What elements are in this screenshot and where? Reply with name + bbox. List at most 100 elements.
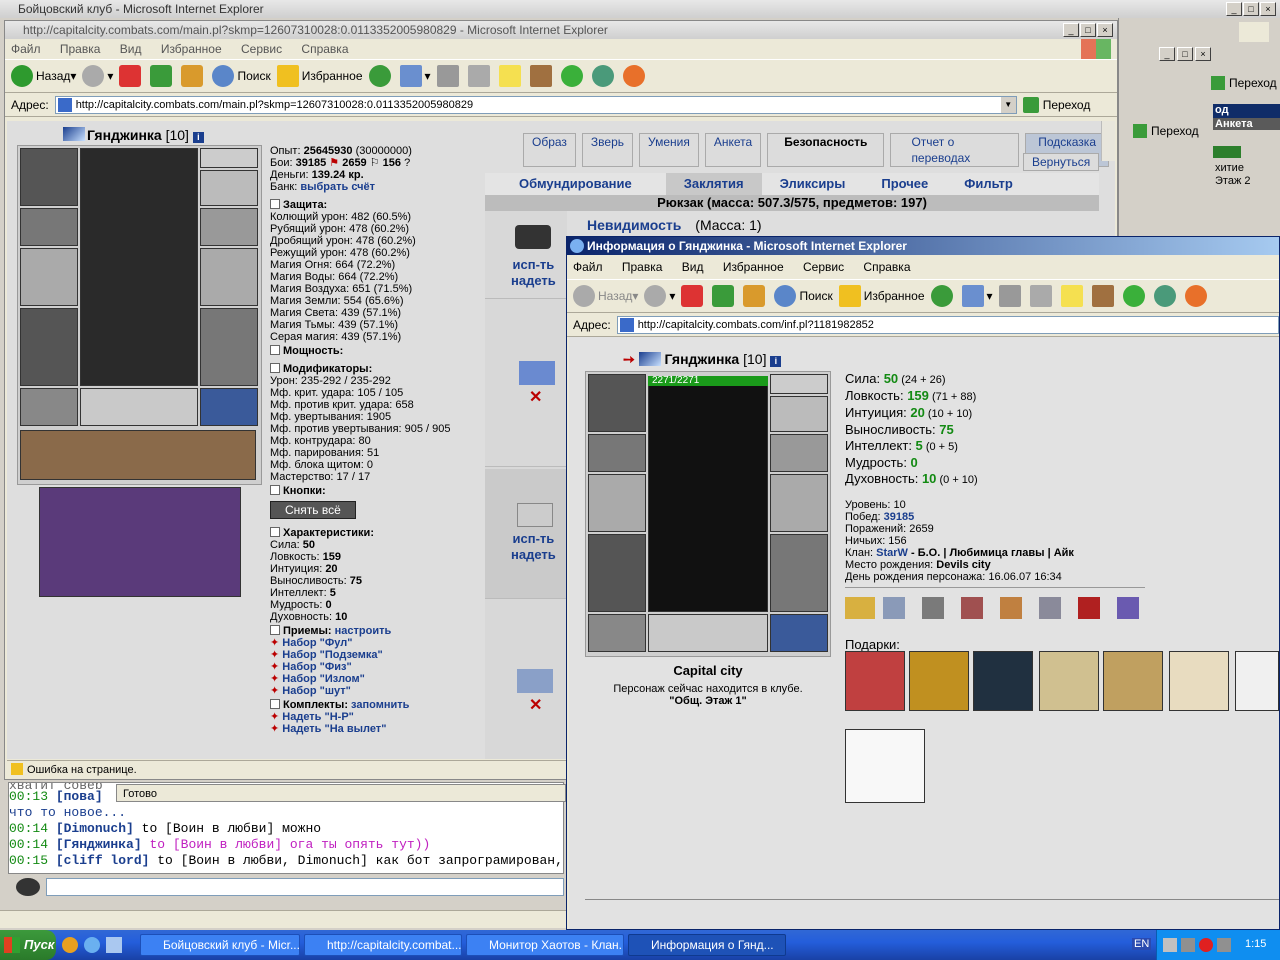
info-amulet-slot[interactable] (770, 374, 828, 394)
tab-spells[interactable]: Заклятия (665, 173, 762, 195)
info-search-button[interactable]: Поиск (774, 285, 833, 307)
address-dropdown-icon[interactable]: ▼ (1000, 96, 1016, 113)
bg-go-button-2[interactable]: Переход (1133, 124, 1199, 138)
start-button[interactable]: Пуск (0, 930, 56, 960)
delete-icon[interactable]: ✦ (270, 649, 282, 661)
history-button[interactable] (368, 65, 394, 87)
badge-icon[interactable] (922, 597, 944, 619)
return-button[interactable]: Вернуться (1023, 153, 1100, 171)
modifiers-section-header[interactable]: Модификаторы: (270, 363, 485, 375)
delete-icon[interactable]: ✦ (270, 723, 282, 735)
info-belt-slot[interactable] (588, 614, 646, 652)
info-menu-favorites[interactable]: Избранное (723, 260, 784, 274)
close-button[interactable]: × (1260, 2, 1276, 16)
menu-favorites[interactable]: Избранное (161, 42, 222, 56)
info-menu-file[interactable]: Файл (573, 260, 603, 274)
weapon-right-slot[interactable] (200, 248, 258, 306)
chat-input[interactable] (46, 878, 564, 896)
badge-icon[interactable] (883, 597, 905, 619)
badge-icon[interactable] (1117, 597, 1139, 619)
info-ring-slots[interactable] (770, 396, 828, 432)
info-bracers-slot[interactable] (588, 434, 646, 472)
mail-button[interactable]: ▾ (399, 65, 431, 87)
minimize-button[interactable]: _ (1226, 2, 1242, 16)
info-menu-tools[interactable]: Сервис (803, 260, 844, 274)
trick-set-item[interactable]: ✦ Набор "шут" (270, 685, 485, 697)
trick-set-item[interactable]: ✦ Набор "Подземка" (270, 649, 485, 661)
info-at-button[interactable] (1184, 285, 1210, 307)
delete-icon[interactable]: ✦ (270, 661, 282, 673)
chat-nick[interactable]: [cliff lord] (56, 853, 157, 868)
taskbar-item-2[interactable]: http://capitalcity.combat... (304, 934, 462, 956)
trick-set-item[interactable]: ✦ Набор "Излом" (270, 673, 485, 685)
info-gloves-slot[interactable] (770, 434, 828, 472)
trick-set-item[interactable]: ✦ Набор "Физ" (270, 661, 485, 673)
back-button[interactable]: Назад ▾ (11, 65, 76, 87)
spell-slots[interactable] (39, 487, 241, 597)
profile-button[interactable]: Анкета (704, 133, 762, 167)
stop-button[interactable] (119, 65, 144, 87)
icq-button[interactable] (560, 65, 586, 87)
info-helmet-slot[interactable] (588, 374, 646, 432)
menu-help[interactable]: Справка (301, 42, 348, 56)
info-refresh-button[interactable] (712, 285, 737, 307)
discuss-button[interactable] (498, 65, 524, 87)
gift-presents[interactable] (845, 729, 925, 803)
badge-icon[interactable] (1000, 597, 1022, 619)
menu-view[interactable]: Вид (120, 42, 142, 56)
page-scrollbar[interactable] (1101, 121, 1115, 161)
delete-icon[interactable]: ✦ (270, 685, 282, 697)
use-link-2[interactable]: исп-ть надеть (511, 531, 556, 563)
tricks-configure-link[interactable]: настроить (335, 625, 392, 637)
bg-close-button[interactable]: × (1195, 47, 1211, 61)
character-name[interactable]: Гянджинка (87, 127, 162, 143)
defense-section-header[interactable]: Защита: (270, 199, 485, 211)
menu-tools[interactable]: Сервис (241, 42, 282, 56)
chat-nick[interactable]: [Гянджинка] (56, 837, 150, 852)
tab-other[interactable]: Прочее (863, 173, 946, 195)
maximize-button[interactable]: □ (1243, 2, 1259, 16)
info-boots-slot[interactable] (770, 614, 828, 652)
delete-icon[interactable]: ✦ (270, 673, 282, 685)
game-max-button[interactable]: □ (1080, 23, 1096, 37)
sets-section-header[interactable]: Комплекты: запомнить (270, 699, 485, 711)
equipment-set-item[interactable]: ✦ Надеть "Н-Р" (270, 711, 485, 723)
info-note-button[interactable] (1060, 285, 1086, 307)
info-history-button[interactable] (930, 285, 956, 307)
info-icq-button[interactable] (1122, 285, 1148, 307)
gift-jester-hat[interactable] (845, 651, 905, 711)
game-min-button[interactable]: _ (1063, 23, 1079, 37)
skills-button[interactable]: Умения (639, 133, 699, 167)
bg-go-button[interactable]: Переход (1211, 76, 1277, 90)
info-menu-edit[interactable]: Правка (622, 260, 663, 274)
info-legs-slot[interactable] (770, 534, 828, 612)
info-pocket-slots[interactable] (648, 614, 768, 652)
forward-button[interactable]: ▾ (82, 65, 113, 87)
info-icon[interactable]: i (192, 132, 204, 143)
gloves-slot[interactable] (200, 208, 258, 246)
belt-slot[interactable] (20, 388, 78, 426)
taskbar-item-3[interactable]: Монитор Хаотов - Клан... (466, 934, 624, 956)
chat-smile-icon[interactable] (16, 878, 40, 896)
badge-icon[interactable] (845, 597, 875, 619)
boots-slot[interactable] (200, 388, 258, 426)
quicklaunch-ie-icon[interactable] (84, 937, 100, 953)
edit-button[interactable] (467, 65, 493, 87)
language-indicator[interactable]: EN (1132, 938, 1152, 950)
gift-pearls[interactable] (1235, 651, 1279, 711)
go-button[interactable]: Переход (1022, 96, 1090, 113)
tab-filter[interactable]: Фильтр (946, 173, 1031, 195)
legs-slot[interactable] (200, 308, 258, 386)
delete-icon-2[interactable]: ✕ (529, 695, 542, 715)
favorites-button[interactable]: Избранное (276, 65, 363, 87)
taskbar-item-4[interactable]: Информация о Гянд... (628, 934, 786, 956)
security-button[interactable]: Безопасность (767, 133, 885, 167)
info-stop-button[interactable] (681, 285, 706, 307)
search-button[interactable]: Поиск (212, 65, 271, 87)
info-weapon-right-slot[interactable] (770, 474, 828, 532)
home-button[interactable] (181, 65, 206, 87)
taskbar-item-1[interactable]: Бойцовский клуб - Micr... (140, 934, 300, 956)
chat-nick[interactable]: [пова] (56, 789, 103, 804)
tray-icon[interactable] (1163, 938, 1177, 952)
tray-icon[interactable] (1199, 938, 1213, 952)
